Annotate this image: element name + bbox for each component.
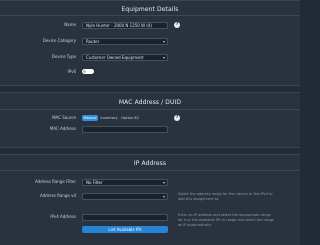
ipv6-label: IPv6 <box>67 69 76 74</box>
address-range-v4-label: Address Range v4 <box>39 193 76 198</box>
device-category-label: Device Category <box>42 38 76 43</box>
equipment-form-page: Equipment Details Name Nyle Hunter - 200… <box>0 0 300 245</box>
mac-source-label: MAC Source <box>52 115 76 120</box>
mac-source-option-inventory[interactable]: Inventory <box>99 115 119 121</box>
mac-address-section: MAC Address / DUID MAC Source Manual Inv… <box>0 92 300 148</box>
list-available-ips-button[interactable]: List Available IPs <box>82 226 168 233</box>
mac-source-option-manual[interactable]: Manual <box>82 115 98 121</box>
address-range-filter-value: No Filter <box>86 180 103 185</box>
section-divider <box>0 170 300 171</box>
address-range-filter-select[interactable]: No Filter ▾ <box>82 179 168 186</box>
name-label: Name <box>64 22 76 27</box>
mac-address-input[interactable] <box>82 126 168 133</box>
mac-source-option-option82[interactable]: Option 82 <box>120 115 140 121</box>
section-title-equipment: Equipment Details <box>121 6 179 13</box>
section-title-ip: IP Address <box>133 160 167 167</box>
toggle-knob <box>83 70 86 73</box>
device-type-label: Device Type <box>51 54 76 59</box>
address-range-help-text: Select the address range for this device… <box>178 192 273 201</box>
name-input[interactable]: Nyle Hunter - 2000 N 1250 W (4) <box>82 22 168 29</box>
ip-address-section: IP Address Address Range Filter No Filte… <box>0 154 300 245</box>
equipment-details-section: Equipment Details Name Nyle Hunter - 200… <box>0 0 300 86</box>
address-range-filter-label: Address Range Filter <box>34 179 76 184</box>
chevron-down-icon: ▾ <box>162 180 165 185</box>
help-icon[interactable]: ? <box>174 22 180 28</box>
section-divider <box>0 15 300 16</box>
chevron-down-icon: ▾ <box>162 194 165 199</box>
section-title-mac: MAC Address / DUID <box>118 99 182 106</box>
address-range-v4-select[interactable]: ▾ <box>82 193 168 200</box>
section-divider <box>0 109 300 110</box>
ipv4-address-label: IPv4 Address <box>50 214 76 219</box>
chevron-down-icon: ▾ <box>162 55 165 60</box>
ipv4-address-input[interactable] <box>82 214 168 221</box>
device-category-value: Router <box>86 39 100 44</box>
ipv6-toggle[interactable] <box>82 69 94 74</box>
device-type-select[interactable]: Customer Owned Equipment ▾ <box>82 54 168 61</box>
chevron-down-icon: ▾ <box>162 39 165 44</box>
ipv4-help-text: Enter an IP address and select the appro… <box>178 213 274 227</box>
help-icon[interactable]: ? <box>174 115 180 121</box>
mac-address-label: MAC Address <box>49 126 76 131</box>
device-type-value: Customer Owned Equipment <box>86 55 144 60</box>
device-category-select[interactable]: Router ▾ <box>82 38 168 45</box>
